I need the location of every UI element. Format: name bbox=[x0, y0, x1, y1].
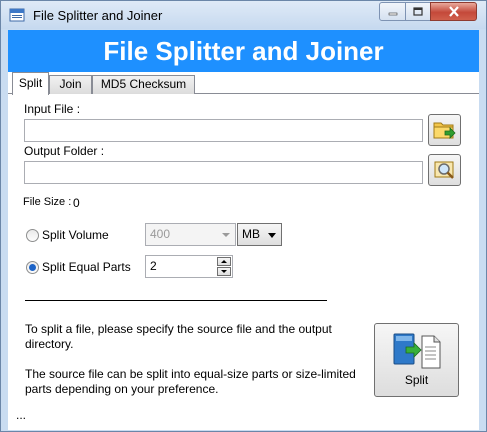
output-folder-label: Output Folder : bbox=[24, 144, 105, 158]
banner-title: File Splitter and Joiner bbox=[8, 30, 479, 72]
chevron-down-icon bbox=[222, 233, 230, 237]
stepper-buttons bbox=[217, 257, 231, 276]
folder-search-icon bbox=[434, 161, 454, 179]
split-button-label: Split bbox=[404, 373, 429, 387]
split-volume-label[interactable]: Split Volume bbox=[42, 228, 109, 242]
equal-parts-stepper[interactable]: 2 bbox=[145, 255, 233, 278]
split-file-icon bbox=[393, 333, 441, 369]
volume-unit-value: MB bbox=[242, 227, 260, 241]
separator-line bbox=[25, 300, 327, 301]
title-bar[interactable]: File Splitter and Joiner bbox=[1, 1, 486, 29]
maximize-icon bbox=[413, 7, 423, 16]
status-text: ... bbox=[16, 408, 27, 422]
tab-md5-checksum[interactable]: MD5 Checksum bbox=[92, 75, 195, 94]
close-icon bbox=[448, 6, 459, 17]
app-window: File Splitter and Joiner File Splitter a… bbox=[0, 0, 487, 432]
split-volume-combo: 400 bbox=[145, 223, 236, 246]
equal-parts-value: 2 bbox=[150, 259, 157, 273]
browse-input-button[interactable] bbox=[428, 114, 461, 146]
split-button[interactable]: Split bbox=[374, 323, 459, 397]
tab-join[interactable]: Join bbox=[49, 75, 92, 94]
split-volume-value: 400 bbox=[150, 227, 171, 241]
tab-strip: Split Join MD5 Checksum bbox=[8, 72, 479, 95]
window-title: File Splitter and Joiner bbox=[33, 8, 163, 23]
stepper-up-icon[interactable] bbox=[217, 257, 231, 266]
tab-split[interactable]: Split bbox=[12, 72, 49, 95]
volume-unit-select[interactable]: MB bbox=[237, 223, 282, 246]
maximize-button[interactable] bbox=[405, 2, 431, 21]
close-button[interactable] bbox=[430, 2, 477, 21]
info-text-2: The source file can be split into equal-… bbox=[25, 367, 356, 396]
stepper-down-icon[interactable] bbox=[217, 267, 231, 276]
folder-open-arrow-icon bbox=[433, 122, 456, 139]
split-equal-parts-radio[interactable] bbox=[26, 261, 39, 274]
file-size-label: File Size : bbox=[23, 196, 72, 208]
chevron-down-icon bbox=[268, 233, 276, 238]
minimize-icon bbox=[388, 12, 397, 15]
info-text-1: To split a file, please specify the sour… bbox=[25, 322, 332, 351]
output-folder-field[interactable] bbox=[24, 161, 423, 184]
file-size-value: 0 bbox=[73, 196, 80, 210]
split-equal-parts-label[interactable]: Split Equal Parts bbox=[42, 260, 131, 274]
split-volume-radio[interactable] bbox=[26, 229, 39, 242]
input-file-field[interactable] bbox=[24, 119, 423, 142]
input-file-label: Input File : bbox=[24, 102, 81, 116]
minimize-button[interactable] bbox=[379, 2, 406, 21]
client-area: File Splitter and Joiner Split Join MD5 … bbox=[8, 30, 479, 430]
browse-output-button[interactable] bbox=[428, 154, 461, 186]
app-icon bbox=[9, 7, 25, 23]
